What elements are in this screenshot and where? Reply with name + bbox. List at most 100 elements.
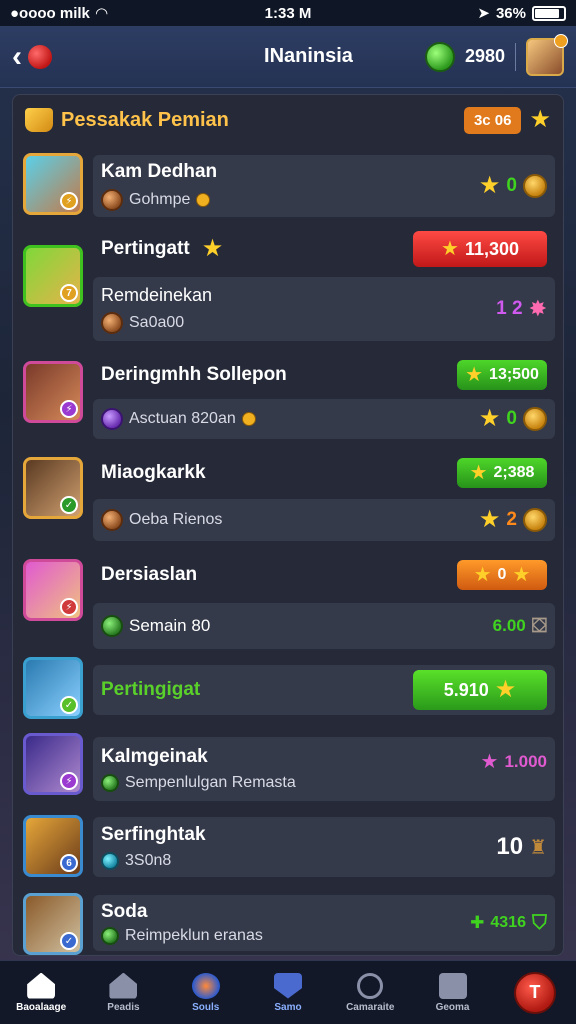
player-name: Pertingatt bbox=[101, 238, 190, 259]
gold-coin-icon bbox=[241, 412, 256, 426]
nav-label: Souls bbox=[192, 1001, 220, 1013]
list-item[interactable]: 7 Pertingatt ★ ★ 11,300 Remdeinekan Sa0a… bbox=[23, 229, 555, 347]
list-item[interactable]: ⚡ Deringmhh Sollepon ★ 13;500 Asctuan 82… bbox=[23, 357, 555, 445]
player-name: Pertingigat bbox=[101, 679, 201, 700]
gem-icon[interactable] bbox=[424, 41, 455, 72]
player-name: Serfinghtak bbox=[101, 824, 206, 845]
score-value: 1 2 bbox=[496, 298, 523, 319]
header-badge[interactable]: 3c 06 bbox=[463, 106, 522, 134]
player-card[interactable]: Soda Reimpeklun eranas ✚ 4316 ⛉ bbox=[93, 895, 555, 951]
medal-icon bbox=[523, 508, 547, 532]
score-pill[interactable]: ★ 0 ★ bbox=[457, 560, 547, 590]
list-item[interactable]: ✓ Soda Reimpeklun eranas ✚ 4316 ⛉ bbox=[23, 891, 555, 955]
player-card[interactable]: Remdeinekan Sa0a00 1 2 ✸ bbox=[93, 277, 555, 341]
plus-icon: ✚ bbox=[470, 913, 485, 932]
avatar: ✓ bbox=[23, 457, 83, 519]
battery-icon bbox=[532, 5, 566, 21]
notification-badge bbox=[554, 33, 568, 48]
score-pill[interactable]: ★ 13;500 bbox=[457, 360, 547, 390]
level-badge: 6 bbox=[60, 854, 78, 872]
score-value: 1.000 bbox=[504, 751, 547, 771]
list-item[interactable]: ⚡ Kalmgeinak Sempenlulgan Remasta ★ 1.00… bbox=[23, 731, 555, 803]
coin-icon bbox=[101, 852, 119, 870]
nav-peadis[interactable]: Peadis bbox=[83, 972, 163, 1013]
score-value: 6.00 bbox=[492, 616, 526, 635]
nav-label: Peadis bbox=[107, 1001, 140, 1013]
player-header: Dersiaslan ★ 0 ★ bbox=[93, 557, 555, 593]
player-subtitle: Reimpeklun eranas bbox=[125, 927, 263, 944]
player-subtitle: Gohmpe bbox=[129, 191, 191, 208]
score-value: 10 bbox=[496, 833, 524, 860]
player-subtitle: Sempenlulgan Remasta bbox=[125, 774, 296, 791]
avatar: ⚡ bbox=[23, 559, 83, 621]
player-card[interactable]: Oeba Rienos ★ 2 bbox=[93, 499, 555, 541]
list-item[interactable]: ⚡ Dersiaslan ★ 0 ★ Semain 80 6.00 ⛋ bbox=[23, 555, 555, 655]
player-card[interactable]: Kalmgeinak Sempenlulgan Remasta ★ 1.000 bbox=[93, 737, 555, 801]
status-time: 1:33 M bbox=[264, 4, 312, 22]
star-icon[interactable]: ★ bbox=[529, 108, 551, 132]
list-item[interactable]: 6 Serfinghtak 3S0n8 10 ♜ bbox=[23, 813, 555, 879]
list-item[interactable]: ✓ Pertingigat 5.910 ★ bbox=[23, 657, 555, 719]
player-subtitle: Sa0a00 bbox=[129, 313, 185, 331]
player-card[interactable]: Asctuan 820an ★ 0 bbox=[93, 399, 555, 439]
nav-souls[interactable]: Souls bbox=[166, 972, 246, 1013]
star-icon: ★ bbox=[473, 564, 492, 586]
star-icon: ★ bbox=[480, 751, 499, 773]
carrier-label: ●oooo milk bbox=[10, 4, 90, 22]
nav-label: Samo bbox=[274, 1001, 302, 1013]
house-icon bbox=[109, 972, 138, 999]
score-pill[interactable]: 5.910 ★ bbox=[413, 670, 547, 710]
coin-icon bbox=[101, 189, 123, 211]
avatar: ⚡ bbox=[23, 153, 83, 215]
player-card[interactable]: Kam Dedhan Gohmpe ★ 0 bbox=[93, 155, 555, 217]
star-icon: ★ bbox=[469, 462, 488, 484]
chevron-left-icon: ‹ bbox=[12, 39, 22, 73]
star-icon: ✸ bbox=[528, 296, 547, 321]
player-name: Dersiaslan bbox=[101, 564, 198, 585]
panel-header: Pessakak Pemian 3c 06 ★ bbox=[13, 95, 563, 145]
coin-icon bbox=[101, 408, 123, 430]
nav-special[interactable]: T bbox=[495, 971, 575, 1014]
avatar: ✓ bbox=[23, 657, 83, 719]
back-button[interactable]: ‹ bbox=[12, 39, 102, 73]
player-card[interactable]: Pertingigat 5.910 ★ bbox=[93, 665, 555, 715]
player-name: Soda bbox=[101, 901, 148, 922]
shield-icon: ⛉ bbox=[532, 911, 547, 934]
player-subtitle: Oeba Rienos bbox=[129, 511, 223, 528]
shield-icon bbox=[191, 972, 220, 999]
nav-label: Camaraite bbox=[346, 1001, 395, 1013]
player-subtitle: 3S0n8 bbox=[125, 852, 172, 869]
coin-icon bbox=[101, 615, 123, 637]
star-icon: ★ bbox=[494, 676, 517, 703]
gear-icon bbox=[438, 972, 467, 999]
nav-home[interactable]: Baoalaage bbox=[1, 972, 81, 1013]
profile-avatar[interactable] bbox=[526, 33, 568, 76]
list-item[interactable]: ⚡ Kam Dedhan Gohmpe ★ 0 bbox=[23, 151, 555, 219]
score-pill[interactable]: ★ 11,300 bbox=[413, 231, 547, 267]
score-pill[interactable]: ★ 2;388 bbox=[457, 458, 547, 488]
nav-label: Geoma bbox=[435, 1001, 470, 1013]
nav-camaraite[interactable]: Camaraite bbox=[330, 972, 410, 1013]
nav-samo[interactable]: Samo bbox=[248, 972, 328, 1013]
circle-icon bbox=[357, 972, 384, 999]
coin-icon bbox=[101, 774, 119, 792]
score-value: 0 bbox=[506, 408, 517, 429]
player-header: Pertingatt ★ ★ 11,300 bbox=[93, 229, 555, 269]
level-badge: ⚡ bbox=[60, 192, 78, 210]
pill-value: 11,300 bbox=[464, 238, 519, 259]
gold-coin-icon bbox=[196, 193, 211, 207]
level-badge: ⚡ bbox=[60, 598, 78, 616]
star-icon: ★ bbox=[465, 364, 484, 386]
divider bbox=[515, 42, 516, 71]
pill-value: 13;500 bbox=[489, 366, 539, 383]
avatar: ⚡ bbox=[23, 361, 83, 423]
player-card[interactable]: Serfinghtak 3S0n8 10 ♜ bbox=[93, 817, 555, 877]
player-header: Miaogkarkk ★ 2;388 bbox=[93, 455, 555, 491]
player-card[interactable]: Semain 80 6.00 ⛋ bbox=[93, 603, 555, 649]
list-item[interactable]: ✓ Miaogkarkk ★ 2;388 Oeba Rienos ★ 2 bbox=[23, 455, 555, 545]
nav-geoma[interactable]: Geoma bbox=[413, 972, 493, 1013]
apple-icon bbox=[28, 44, 52, 69]
pill-value: 0 bbox=[497, 566, 507, 583]
player-subtitle: Semain 80 bbox=[129, 616, 211, 635]
special-button[interactable]: T bbox=[513, 971, 556, 1014]
